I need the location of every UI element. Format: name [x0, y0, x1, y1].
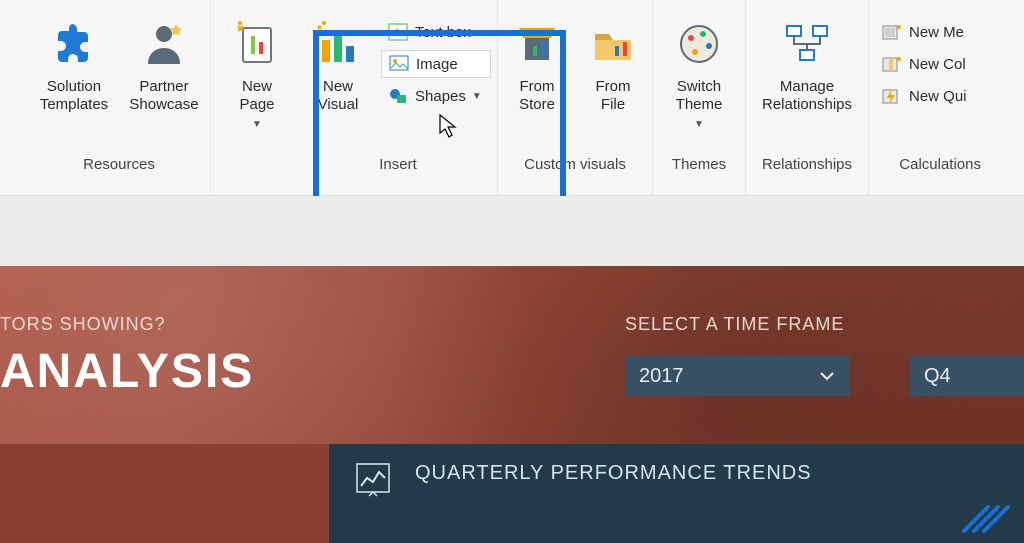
report-canvas: TORS SHOWING? ANALYSIS SELECT A TIME FRA…	[0, 266, 1024, 543]
new-measure-label: New Me	[909, 24, 964, 41]
text-box-button[interactable]: A Text box	[381, 18, 491, 46]
image-icon	[388, 54, 410, 74]
palette-icon	[671, 16, 727, 72]
folder-chart-icon	[585, 16, 641, 72]
bar-chart-icon	[310, 16, 366, 72]
group-label-themes: Themes	[659, 150, 739, 183]
new-page-label: New Page	[239, 78, 274, 114]
partner-showcase-button[interactable]: Partner Showcase	[124, 8, 204, 150]
new-visual-button[interactable]: New Visual	[305, 8, 371, 150]
column-icon	[881, 54, 903, 74]
from-file-button[interactable]: From File	[580, 8, 646, 150]
report-workspace: TORS SHOWING? ANALYSIS SELECT A TIME FRA…	[0, 196, 1024, 543]
measure-icon	[881, 22, 903, 42]
watermark-logo	[954, 501, 1014, 537]
year-value: 2017	[639, 365, 684, 388]
new-column-label: New Col	[909, 56, 966, 73]
store-icon	[509, 16, 565, 72]
person-star-icon	[136, 16, 192, 72]
ribbon-group-page: New Page ▼	[211, 0, 303, 195]
text-box-icon: A	[387, 22, 409, 42]
trends-chart-icon	[355, 462, 391, 503]
quarter-dropdown[interactable]: Q4	[910, 356, 1024, 396]
ribbon-group-resources: Solution Templates Partner Showcase Reso…	[28, 0, 211, 195]
shapes-label: Shapes	[415, 88, 466, 105]
dropdown-caret-icon: ▼	[694, 116, 704, 134]
group-label-insert: Insert	[305, 150, 491, 183]
ribbon-group-cut	[0, 0, 28, 195]
new-column-button[interactable]: New Col	[875, 50, 985, 78]
ribbon: Solution Templates Partner Showcase Reso…	[0, 0, 1024, 196]
year-dropdown[interactable]: 2017	[625, 356, 850, 396]
image-label: Image	[416, 56, 458, 73]
ribbon-group-custom-visuals: From Store From File Custom visuals	[498, 0, 653, 195]
manage-relationships-label: Manage Relationships	[762, 78, 852, 114]
trends-tile-title: QUARTERLY PERFORMANCE TRENDS	[415, 462, 812, 485]
ribbon-group-calculations: New Me New Col New Qui Calculations	[869, 0, 991, 195]
from-file-label: From File	[596, 78, 631, 114]
switch-theme-label: Switch Theme	[676, 78, 723, 114]
quick-icon	[881, 86, 903, 106]
partner-showcase-label: Partner Showcase	[129, 78, 198, 114]
ribbon-group-insert: New Visual A Text box Image Shapes ▼	[303, 0, 498, 195]
new-page-button[interactable]: New Page ▼	[217, 8, 297, 150]
svg-text:A: A	[393, 25, 402, 39]
group-label-relationships: Relationships	[752, 150, 862, 183]
from-store-button[interactable]: From Store	[504, 8, 570, 150]
quarter-value: Q4	[924, 365, 951, 388]
from-store-label: From Store	[519, 78, 555, 114]
new-quick-button[interactable]: New Qui	[875, 82, 985, 110]
manage-relationships-button[interactable]: Manage Relationships	[752, 8, 862, 150]
chevron-down-icon	[818, 367, 836, 385]
dropdown-caret-icon: ▼	[252, 116, 262, 134]
new-visual-label: New Visual	[318, 78, 359, 114]
shapes-button[interactable]: Shapes ▼	[381, 82, 491, 110]
text-box-label: Text box	[415, 24, 471, 41]
solution-templates-label: Solution Templates	[40, 78, 108, 114]
group-label-resources: Resources	[34, 150, 204, 183]
switch-theme-button[interactable]: Switch Theme ▼	[659, 8, 739, 150]
banner-title: ANALYSIS	[0, 344, 254, 399]
dropdown-caret-icon: ▼	[472, 91, 482, 102]
new-page-icon	[229, 16, 285, 72]
solution-templates-button[interactable]: Solution Templates	[34, 8, 114, 150]
group-label-custom-visuals: Custom visuals	[504, 150, 646, 183]
left-tile	[0, 444, 330, 543]
banner-subheading: TORS SHOWING?	[0, 314, 166, 335]
report-banner: TORS SHOWING? ANALYSIS SELECT A TIME FRA…	[0, 266, 1024, 466]
relationships-icon	[779, 16, 835, 72]
group-label-calculations: Calculations	[875, 150, 985, 183]
select-time-frame-label: SELECT A TIME FRAME	[625, 314, 844, 335]
new-quick-label: New Qui	[909, 88, 967, 105]
new-measure-button[interactable]: New Me	[875, 18, 985, 46]
ribbon-group-themes: Switch Theme ▼ Themes	[653, 0, 746, 195]
trends-tile: QUARTERLY PERFORMANCE TRENDS	[329, 444, 1024, 543]
puzzle-icon	[46, 16, 102, 72]
image-button[interactable]: Image	[381, 50, 491, 78]
ribbon-group-relationships: Manage Relationships Relationships	[746, 0, 869, 195]
shapes-icon	[387, 86, 409, 106]
